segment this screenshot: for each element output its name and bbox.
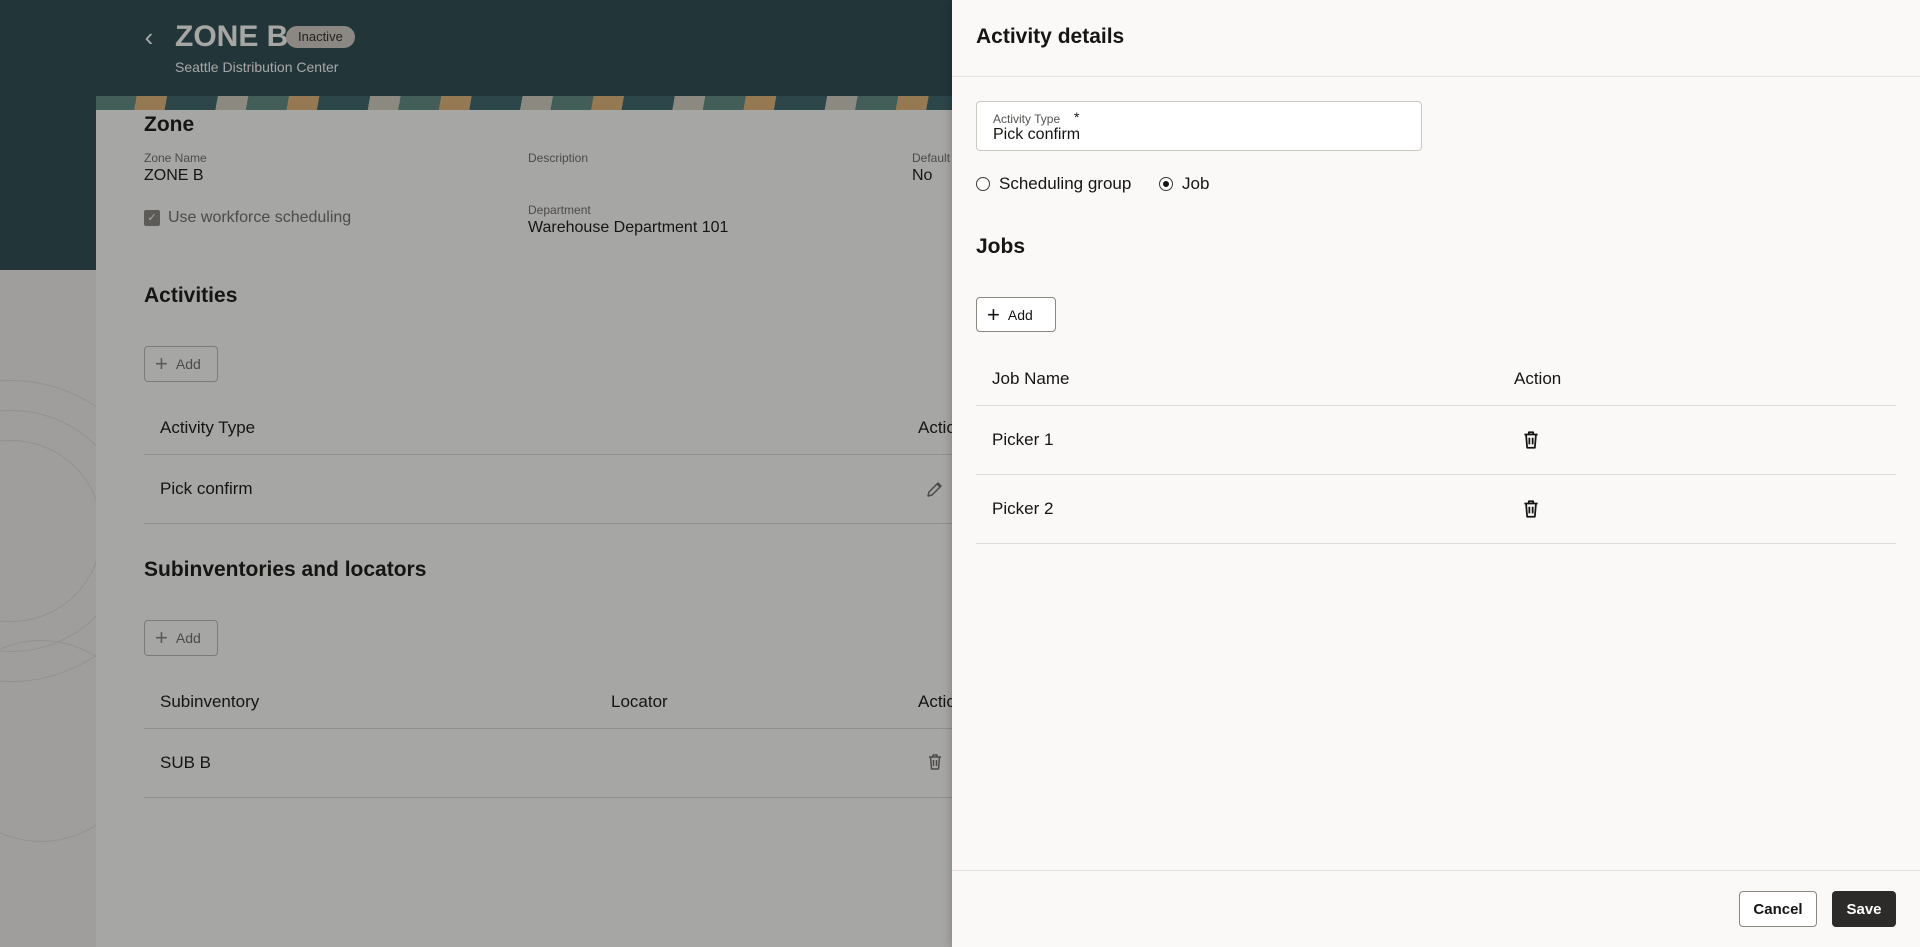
divider [976, 543, 1896, 544]
plus-icon: + [987, 301, 1000, 327]
radio-scheduling-group-label: Scheduling group [999, 174, 1132, 193]
jobs-header-name: Job Name [992, 369, 1070, 388]
radio-job-label: Job [1182, 174, 1210, 193]
save-button[interactable]: Save [1832, 891, 1896, 927]
required-mark: * [1074, 109, 1080, 125]
drawer-title: Activity details [976, 25, 1125, 48]
trash-icon[interactable] [1520, 498, 1542, 520]
divider [976, 474, 1896, 475]
jobs-section-title: Jobs [976, 235, 1026, 258]
radio-unselected-icon [976, 177, 990, 191]
divider [952, 76, 1920, 77]
jobs-header-action: Action [1514, 369, 1562, 388]
activity-type-label: Activity Type [993, 112, 1061, 126]
divider [976, 405, 1896, 406]
activity-type-field[interactable]: Activity Type * Pick confirm [976, 101, 1422, 151]
cancel-button[interactable]: Cancel [1739, 891, 1817, 927]
activity-details-drawer: Activity details Activity Type * Pick co… [952, 0, 1920, 947]
jobs-add-button[interactable]: + Add [976, 297, 1056, 332]
radio-selected-icon [1159, 177, 1173, 191]
modal-scrim[interactable] [0, 0, 952, 947]
jobs-add-label: Add [1007, 306, 1033, 323]
activity-type-value: Pick confirm [993, 126, 1081, 143]
radio-job[interactable]: Job [1159, 174, 1209, 194]
job-name: Picker 2 [992, 499, 1054, 518]
divider [952, 870, 1920, 871]
trash-icon[interactable] [1520, 429, 1542, 451]
job-name: Picker 1 [992, 430, 1054, 449]
radio-scheduling-group[interactable]: Scheduling group [976, 174, 1131, 194]
